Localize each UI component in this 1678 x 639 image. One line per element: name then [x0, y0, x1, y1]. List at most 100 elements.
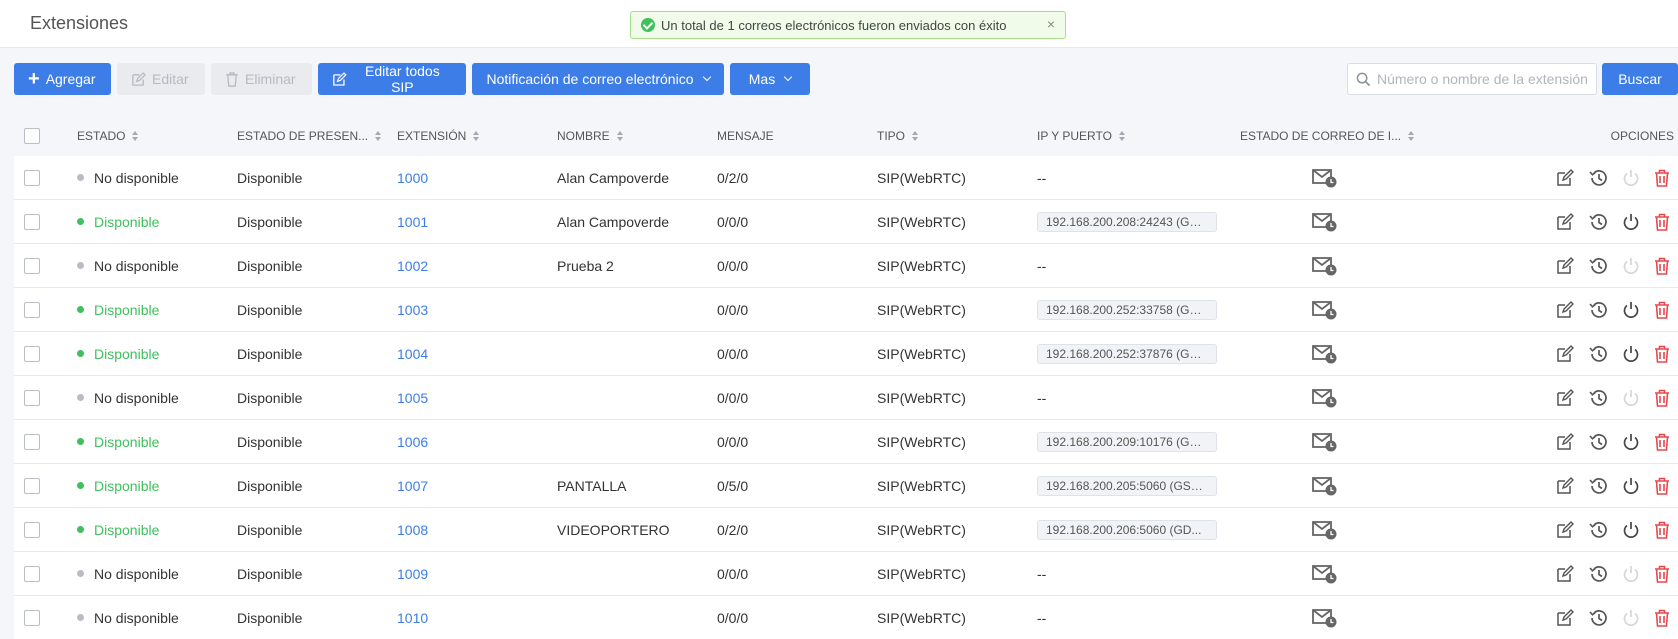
email-clock-icon[interactable]: [1312, 388, 1338, 408]
header-correo[interactable]: ESTADO DE CORREO DE I...: [1240, 129, 1420, 143]
row-checkbox[interactable]: [23, 521, 40, 538]
power-icon[interactable]: [1622, 433, 1640, 451]
extension-link[interactable]: 1005: [397, 390, 428, 406]
power-icon[interactable]: [1622, 345, 1640, 363]
history-icon[interactable]: [1588, 256, 1608, 276]
delete-icon[interactable]: [1654, 433, 1670, 451]
header-opciones: OPCIONES: [1610, 129, 1674, 143]
edit-icon[interactable]: [1556, 476, 1574, 495]
more-button[interactable]: Mas: [730, 63, 810, 95]
edit-icon[interactable]: [1556, 344, 1574, 363]
search-button[interactable]: Buscar: [1602, 63, 1678, 95]
status-cell: No disponible: [77, 566, 237, 582]
row-checkbox[interactable]: [23, 565, 40, 582]
edit-icon[interactable]: [1556, 388, 1574, 407]
edit-icon[interactable]: [1556, 168, 1574, 187]
history-icon[interactable]: [1588, 432, 1608, 452]
email-clock-icon[interactable]: [1312, 564, 1338, 584]
edit-icon[interactable]: [1556, 256, 1574, 275]
email-clock-icon[interactable]: [1312, 608, 1338, 628]
edit-icon[interactable]: [1556, 520, 1574, 539]
power-icon[interactable]: [1622, 301, 1640, 319]
edit-icon[interactable]: [1556, 432, 1574, 451]
history-icon[interactable]: [1588, 564, 1608, 584]
edit-button[interactable]: Editar: [117, 63, 205, 95]
history-icon[interactable]: [1588, 212, 1608, 232]
extension-link[interactable]: 1006: [397, 434, 428, 450]
row-checkbox[interactable]: [23, 477, 40, 494]
email-notification-button[interactable]: Notificación de correo electrónico: [472, 63, 724, 95]
row-checkbox[interactable]: [23, 389, 40, 406]
extension-link[interactable]: 1010: [397, 610, 428, 626]
delete-icon[interactable]: [1654, 565, 1670, 583]
extension-link[interactable]: 1003: [397, 302, 428, 318]
extension-link[interactable]: 1008: [397, 522, 428, 538]
delete-button[interactable]: Eliminar: [211, 63, 312, 95]
select-all-checkbox[interactable]: [23, 128, 40, 144]
power-icon[interactable]: [1622, 213, 1640, 231]
status-dot: [77, 174, 84, 181]
edit-icon[interactable]: [1556, 564, 1574, 583]
email-clock-icon[interactable]: [1312, 476, 1338, 496]
close-icon[interactable]: ×: [1047, 16, 1055, 32]
power-icon[interactable]: [1622, 257, 1640, 275]
history-icon[interactable]: [1588, 300, 1608, 320]
delete-icon[interactable]: [1654, 521, 1670, 539]
row-checkbox[interactable]: [23, 257, 40, 274]
power-icon[interactable]: [1622, 521, 1640, 539]
table-row: No disponible Disponible 1002 Prueba 2 0…: [14, 244, 1678, 288]
edit-all-sip-button[interactable]: Editar todos SIP: [318, 63, 466, 95]
power-icon[interactable]: [1622, 609, 1640, 627]
email-clock-icon[interactable]: [1312, 212, 1338, 232]
email-clock-icon[interactable]: [1312, 300, 1338, 320]
delete-icon[interactable]: [1654, 609, 1670, 627]
delete-icon[interactable]: [1654, 213, 1670, 231]
header-ip[interactable]: IP Y PUERTO: [1037, 129, 1240, 143]
header-tipo[interactable]: TIPO: [877, 129, 1037, 143]
email-clock-icon[interactable]: [1312, 344, 1338, 364]
edit-icon[interactable]: [1556, 608, 1574, 627]
delete-icon[interactable]: [1654, 389, 1670, 407]
status-dot: [77, 306, 84, 313]
delete-icon[interactable]: [1654, 301, 1670, 319]
row-checkbox[interactable]: [23, 169, 40, 186]
history-icon[interactable]: [1588, 520, 1608, 540]
power-icon[interactable]: [1622, 169, 1640, 187]
header-extension[interactable]: EXTENSIÓN: [397, 129, 557, 143]
message-cell: 0/0/0: [717, 345, 749, 362]
power-icon[interactable]: [1622, 565, 1640, 583]
header-presencia[interactable]: ESTADO DE PRESEN...: [237, 129, 397, 143]
row-checkbox[interactable]: [23, 433, 40, 450]
header-nombre[interactable]: NOMBRE: [557, 129, 717, 143]
row-checkbox[interactable]: [23, 301, 40, 318]
row-checkbox[interactable]: [23, 345, 40, 362]
history-icon[interactable]: [1588, 608, 1608, 628]
row-checkbox[interactable]: [23, 609, 40, 626]
history-icon[interactable]: [1588, 168, 1608, 188]
delete-icon[interactable]: [1654, 345, 1670, 363]
add-button[interactable]: + Agregar: [14, 63, 111, 95]
history-icon[interactable]: [1588, 388, 1608, 408]
email-clock-icon[interactable]: [1312, 432, 1338, 452]
history-icon[interactable]: [1588, 476, 1608, 496]
header-estado[interactable]: ESTADO: [77, 129, 237, 143]
search-input[interactable]: [1377, 71, 1587, 87]
email-clock-icon[interactable]: [1312, 256, 1338, 276]
edit-icon[interactable]: [1556, 212, 1574, 231]
extension-link[interactable]: 1004: [397, 346, 428, 362]
history-icon[interactable]: [1588, 344, 1608, 364]
edit-icon[interactable]: [1556, 300, 1574, 319]
delete-icon[interactable]: [1654, 257, 1670, 275]
extension-link[interactable]: 1000: [397, 170, 428, 186]
extension-link[interactable]: 1007: [397, 478, 428, 494]
extension-link[interactable]: 1002: [397, 258, 428, 274]
extension-link[interactable]: 1001: [397, 214, 428, 230]
email-clock-icon[interactable]: [1312, 520, 1338, 540]
power-icon[interactable]: [1622, 477, 1640, 495]
email-clock-icon[interactable]: [1312, 168, 1338, 188]
row-checkbox[interactable]: [23, 213, 40, 230]
extension-link[interactable]: 1009: [397, 566, 428, 582]
power-icon[interactable]: [1622, 389, 1640, 407]
delete-icon[interactable]: [1654, 169, 1670, 187]
delete-icon[interactable]: [1654, 477, 1670, 495]
